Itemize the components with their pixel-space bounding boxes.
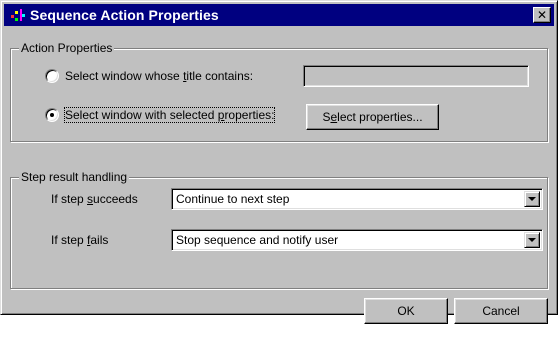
- dialog-window: Sequence Action Properties ✕ Action Prop…: [0, 0, 558, 324]
- cancel-button-label: Cancel: [482, 304, 520, 318]
- select-properties-label: Select properties...: [322, 110, 423, 124]
- radio-title-contains-control[interactable]: [45, 69, 59, 83]
- step-result-label: Step result handling: [19, 170, 130, 184]
- fails-dropdown[interactable]: Stop sequence and notify user: [171, 229, 543, 251]
- action-properties-label: Action Properties: [19, 41, 115, 55]
- cancel-button[interactable]: Cancel: [454, 298, 548, 324]
- title-contains-input[interactable]: [303, 65, 529, 87]
- radio-selected-properties[interactable]: Select window with selected properties:: [45, 107, 276, 123]
- succeeds-dropdown[interactable]: Continue to next step: [171, 188, 543, 210]
- fails-dropdown-value: Stop sequence and notify user: [176, 233, 339, 247]
- select-properties-button[interactable]: Select properties...: [306, 104, 439, 130]
- ok-button[interactable]: OK: [364, 298, 448, 324]
- fails-dropdown-button[interactable]: [524, 232, 540, 248]
- radio-title-contains[interactable]: Select window whose title contains:: [45, 69, 253, 83]
- step-result-group: Step result handling If step succeeds Co…: [10, 170, 548, 289]
- close-button[interactable]: ✕: [533, 7, 551, 23]
- title-bar[interactable]: Sequence Action Properties ✕: [4, 4, 554, 26]
- sequence-app-icon: [11, 9, 25, 21]
- succeeds-dropdown-value: Continue to next step: [176, 192, 290, 206]
- radio-selected-properties-control[interactable]: [45, 108, 59, 122]
- radio-selected-dot: [50, 113, 54, 117]
- window-title: Sequence Action Properties: [30, 7, 219, 23]
- ok-button-label: OK: [397, 304, 415, 318]
- radio-title-contains-label: Select window whose title contains:: [65, 69, 254, 83]
- chevron-down-icon: [528, 197, 536, 201]
- close-icon: ✕: [536, 8, 548, 22]
- if-step-fails-label: If step fails: [51, 233, 109, 247]
- if-step-succeeds-label: If step succeeds: [51, 192, 138, 206]
- radio-selected-properties-label: Select window with selected properties:: [63, 107, 276, 123]
- succeeds-dropdown-button[interactable]: [524, 191, 540, 207]
- action-properties-group: Action Properties Select window whose ti…: [10, 41, 548, 142]
- chevron-down-icon: [528, 238, 536, 242]
